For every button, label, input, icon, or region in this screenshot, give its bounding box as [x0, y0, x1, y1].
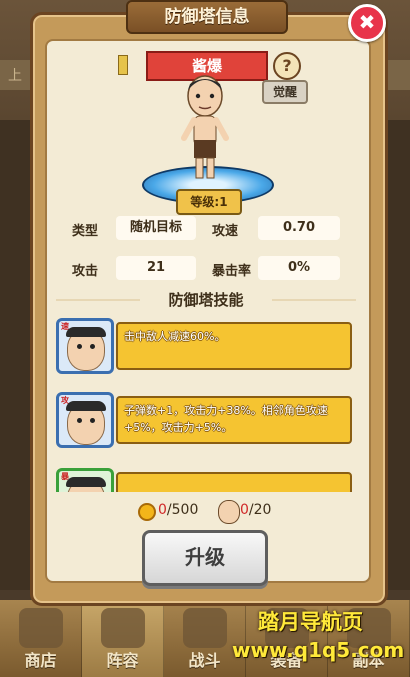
type-label: 类型	[72, 224, 99, 239]
attack-label: 攻击	[72, 264, 99, 279]
watermark-title: 踏月导航页	[258, 610, 363, 634]
skill-portrait: 攻	[56, 392, 114, 448]
nav-item-lineup[interactable]: 阵容	[82, 600, 164, 677]
crit-label: 暴击率	[212, 264, 252, 279]
attack-value: 21	[116, 256, 196, 280]
shard-cost: 0/20	[240, 502, 271, 518]
shop-icon	[18, 608, 63, 648]
skill-description: 子弹数+1，攻击力+38%。相邻角色攻速+5%，攻击力+5%。	[116, 396, 352, 444]
hero-face-icon	[66, 401, 106, 445]
cards-icon	[100, 608, 145, 648]
coin-required: /500	[166, 502, 199, 518]
awaken-button[interactable]: 觉醒	[262, 80, 308, 104]
shard-current: 0	[240, 502, 249, 518]
skill-portrait: 暴	[56, 468, 114, 492]
skills-header: 防御塔技能	[56, 289, 356, 311]
upgrade-button[interactable]: 升级	[142, 530, 268, 586]
coin-cost: 0/500	[158, 502, 198, 518]
attack-speed-value: 0.70	[258, 216, 340, 240]
skill-card[interactable]: 攻 子弹数+1，攻击力+38%。相邻角色攻速+5%，攻击力+5%。	[56, 392, 354, 448]
dialog-title: 防御塔信息	[126, 0, 288, 34]
hero-face-icon	[66, 477, 106, 492]
skill-list[interactable]: 速 击中敌人减速60%。 攻 子弹数+1，攻击力+38%。相邻角色攻速+5%，攻…	[56, 316, 356, 492]
attack-speed-label: 攻速	[212, 224, 239, 239]
crossed-swords-icon	[182, 608, 227, 648]
help-button[interactable]: ?	[273, 52, 301, 80]
type-value: 随机目标	[116, 216, 196, 240]
skill-portrait: 速	[56, 318, 114, 374]
watermark-url: www.q1q5.com	[232, 638, 405, 662]
level-plate: 等级:1	[176, 189, 242, 215]
nav-item-shop[interactable]: 商店	[0, 600, 82, 677]
hero-character	[181, 75, 229, 179]
background-strip-label: 上	[8, 68, 22, 84]
crit-value: 0%	[258, 256, 340, 280]
nav-label-shop: 商店	[24, 651, 57, 670]
coin-icon	[138, 503, 156, 521]
hero-face-icon	[66, 327, 106, 371]
shard-required: /20	[248, 502, 272, 518]
coin-current: 0	[158, 502, 167, 518]
close-button[interactable]: ✖	[348, 4, 386, 42]
skill-description: 击中敌人减速60%。	[116, 322, 352, 370]
skill-card[interactable]: 暴	[56, 468, 354, 492]
skill-description	[116, 472, 352, 492]
skill-card[interactable]: 速 击中敌人减速60%。	[56, 318, 354, 374]
rank-icon	[118, 55, 128, 75]
hero-shard-icon	[218, 500, 240, 524]
nav-label-lineup: 阵容	[106, 651, 139, 670]
